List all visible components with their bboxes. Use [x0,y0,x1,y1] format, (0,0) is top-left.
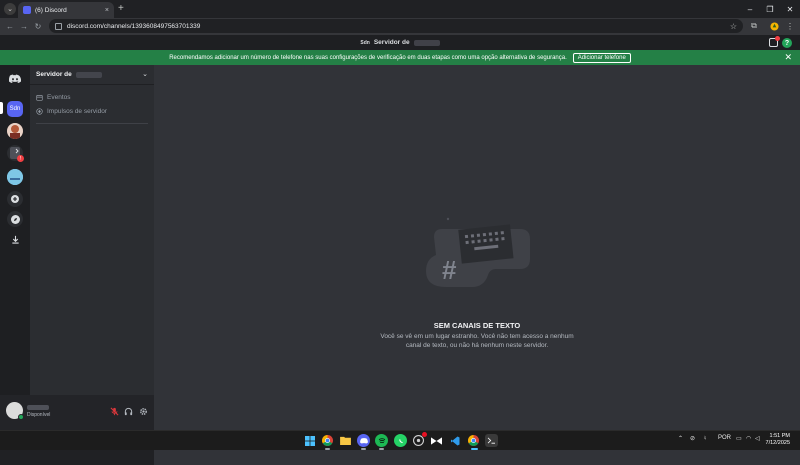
clock-date: 7/12/2025 [765,440,790,446]
help-icon[interactable]: ? [782,38,792,48]
selected-server-indicator [0,102,3,114]
discover-compass-icon[interactable] [7,211,23,227]
browser-menu-icon[interactable]: ⋮ [784,20,796,32]
active-indicator [471,448,478,450]
sidebar-item-events[interactable]: Eventos [36,91,71,103]
discord-taskbar-icon[interactable] [357,434,370,447]
display-icon[interactable]: ▭ [736,435,742,442]
add-server-icon[interactable] [7,191,23,207]
server-icon-3[interactable]: ! [7,145,24,162]
server-list: Sdn ! [0,65,30,430]
chrome-taskbar-icon[interactable] [321,434,334,447]
sidebar-item-label: Eventos [47,93,71,101]
wifi-icon[interactable]: ◠ [746,435,751,442]
channel-sidebar: Servidor de ⌄ Eventos Impulsos de servid… [30,65,154,430]
address-url[interactable]: discord.com/channels/1393608497563701339 [67,23,725,30]
online-status-icon [18,414,24,420]
server-icon-4[interactable] [7,169,23,185]
app-icon-generic[interactable] [412,432,427,447]
discord-home-icon[interactable] [7,71,23,87]
address-bar[interactable]: discord.com/channels/1393608497563701339… [49,19,743,33]
running-indicator [325,448,330,450]
settings-gear-icon[interactable] [137,405,149,417]
running-indicator [379,448,384,450]
discord-favicon-icon [23,6,31,14]
chevron-down-icon[interactable]: ⌄ [142,70,148,78]
new-tab-button[interactable]: + [118,2,124,16]
discord-titlebar: Sdn Servidor de ? [0,35,800,50]
user-status-text: Disponível [27,412,51,418]
sidebar-divider [36,123,148,124]
tab-search-chevron-icon[interactable]: ⌄ [4,3,16,15]
titlebar-server-name: Servidor de [373,39,410,46]
empty-state-title: SEM CANAIS DE TEXTO [433,321,521,330]
mic-icon[interactable]: ♮ [704,435,706,442]
profile-avatar-icon[interactable] [768,20,780,32]
headphones-icon[interactable] [122,405,134,417]
server-header-title: Servidor de [36,71,72,78]
empty-state-description: Você se vê em um lugar estranho. Você nã… [380,333,574,349]
chrome-profile-taskbar-icon[interactable] [467,434,480,447]
mic-muted-icon[interactable] [108,405,120,417]
spotify-icon[interactable] [375,434,388,447]
user-panel: Disponível [0,395,154,430]
redacted-name [413,39,440,46]
extensions-puzzle-icon[interactable]: ⧉ [748,20,760,32]
sidebar-item-boosts[interactable]: Impulsos de servidor [36,105,107,117]
windows-start-icon[interactable] [303,434,316,447]
windows-taskbar: ⌃ ⊘ ♮ POR ▭ ◠ ◁ 1:51 PM 7/12/2025 [0,430,800,450]
mention-badge: ! [17,155,24,162]
reload-icon[interactable]: ↻ [32,20,44,32]
server-icon-sdn[interactable]: Sdn [7,101,23,117]
window-controls: – ❐ ✕ [740,0,800,18]
vscode-icon[interactable] [448,434,461,447]
inbox-icon[interactable] [769,36,780,47]
redacted-username [27,405,49,410]
running-indicator [361,448,366,450]
maximize-button[interactable]: ❐ [760,0,780,18]
file-explorer-icon[interactable] [339,434,352,447]
tray-chevron-up-icon[interactable]: ⌃ [678,435,683,442]
security-notice-banner: Recomendamos adicionar um número de tele… [0,50,800,65]
svg-text:#: # [442,255,457,285]
whatsapp-icon[interactable] [394,434,407,447]
server-icon-2[interactable] [7,123,23,139]
redacted-server-name [75,71,102,78]
titlebar-server-icon: Sdn [360,39,370,46]
calendar-icon [36,94,43,101]
close-window-button[interactable]: ✕ [780,0,800,18]
volume-icon[interactable]: ◁ [755,435,760,442]
tab-title: (6) Discord [35,6,67,14]
browser-toolbar: ← → ↻ discord.com/channels/1393608497563… [0,18,800,35]
clock-time: 1:51 PM [769,433,790,439]
main-content: # SEM CANAIS DE TEXTO Você se vê em um l… [154,65,800,465]
minimize-button[interactable]: – [740,0,760,18]
tab-close-icon[interactable]: × [105,7,109,14]
discord-app: Sdn Servidor de ? Recomendamos adicionar… [0,35,800,465]
sidebar-item-label: Impulsos de servidor [47,107,107,115]
bookmark-star-icon[interactable]: ☆ [730,22,737,31]
forward-arrow-icon[interactable]: → [18,20,30,32]
add-phone-button[interactable]: Adicionar telefone [572,52,631,63]
browser-tab-discord[interactable]: (6) Discord × [18,2,114,18]
input-language[interactable]: POR [718,435,731,441]
no-text-channels-illustration: # [426,217,530,287]
notification-badge [422,432,427,437]
download-icon[interactable] [7,231,23,247]
back-arrow-icon[interactable]: ← [4,20,16,32]
capcut-icon[interactable] [430,434,443,447]
boost-icon [36,107,43,115]
network-off-icon[interactable]: ⊘ [690,435,695,442]
server-header[interactable]: Servidor de ⌄ [30,65,154,85]
notice-close-icon[interactable]: ✕ [784,52,792,63]
system-clock[interactable]: 1:51 PM 7/12/2025 [766,433,790,447]
notice-text: Recomendamos adicionar um número de tele… [169,54,567,61]
site-info-icon[interactable] [55,22,62,30]
terminal-icon[interactable] [485,434,498,447]
browser-tab-bar: ⌄ (6) Discord × + – ❐ ✕ [0,0,800,18]
